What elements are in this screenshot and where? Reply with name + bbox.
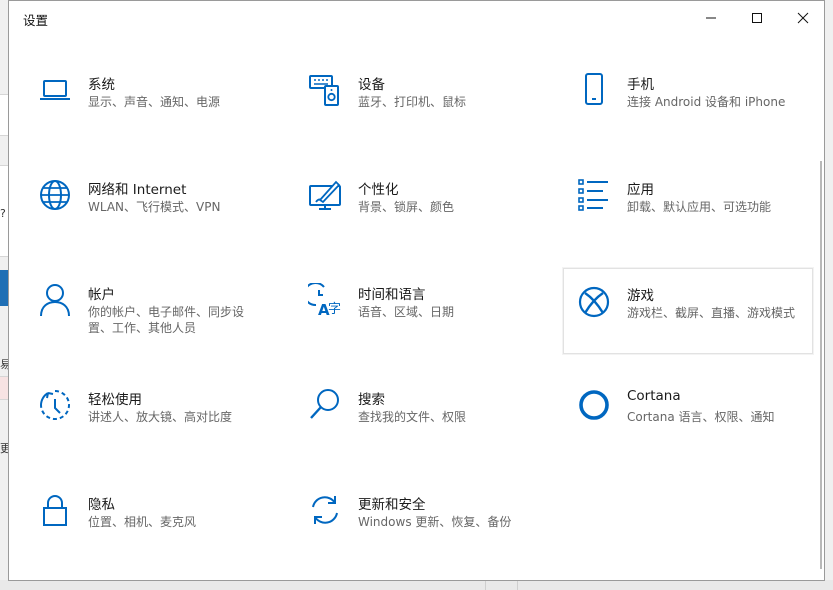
tile-title: 游戏 — [627, 288, 654, 304]
tile-description: 讲述人、放大镜、高对比度 — [88, 410, 233, 424]
tile-title: 设备 — [358, 77, 385, 93]
apps-list-icon — [578, 179, 608, 211]
maximize-button[interactable] — [734, 1, 780, 35]
ease-of-access-icon — [40, 390, 70, 420]
background-text-fragment: ? — [0, 207, 6, 220]
minimize-button[interactable] — [688, 1, 734, 35]
tile-time-language[interactable]: A 字 时间和语言 语音、区域、日期 — [288, 283, 535, 365]
globe-icon — [40, 180, 70, 210]
tile-description: 位置、相机、麦克风 — [88, 515, 197, 529]
tile-title: 网络和 Internet — [88, 182, 187, 198]
tile-gaming[interactable]: 游戏 游戏栏、截屏、直播、游戏模式 — [563, 268, 813, 354]
phone-icon — [585, 73, 603, 105]
background-divider — [517, 580, 518, 590]
tile-title: 手机 — [627, 77, 654, 93]
tile-update-security[interactable]: 更新和安全 Windows 更新、恢复、备份 — [288, 493, 535, 575]
cortana-icon — [579, 390, 609, 420]
tile-title: 搜索 — [358, 392, 385, 408]
tile-devices[interactable]: 设备 蓝牙、打印机、鼠标 — [288, 73, 535, 155]
tile-title: 轻松使用 — [88, 392, 142, 408]
search-icon — [310, 389, 339, 419]
person-icon — [40, 284, 70, 317]
maximize-icon — [752, 13, 762, 23]
tile-description: Cortana 语言、权限、通知 — [627, 410, 775, 424]
time-language-icon: A 字 — [308, 283, 341, 317]
tile-description: 语音、区域、日期 — [358, 305, 455, 319]
tile-description: 你的帐户、电子邮件、同步设置、工作、其他人员 — [88, 305, 245, 335]
devices-icon — [309, 75, 339, 106]
tile-description: 背景、锁屏、颜色 — [358, 200, 455, 214]
tile-title: 更新和安全 — [358, 497, 426, 513]
settings-window: 设置 系统 显示、声音、通知、电源 设备 蓝牙、打印机、鼠标 手机 连接 And… — [8, 0, 825, 581]
tile-privacy[interactable]: 隐私 位置、相机、麦克风 — [18, 493, 265, 575]
tile-personalization[interactable]: 个性化 背景、锁屏、颜色 — [288, 178, 535, 260]
tile-title: 时间和语言 — [358, 287, 426, 303]
close-icon — [797, 12, 809, 24]
tile-title: 隐私 — [88, 497, 115, 513]
svg-text:字: 字 — [328, 302, 341, 317]
personalization-icon — [309, 180, 341, 210]
tile-system[interactable]: 系统 显示、声音、通知、电源 — [18, 73, 265, 155]
background-taskbar-strip — [0, 580, 833, 590]
laptop-icon — [40, 80, 70, 100]
tile-title: 应用 — [627, 182, 654, 198]
tile-phone[interactable]: 手机 连接 Android 设备和 iPhone — [557, 73, 804, 155]
tile-description: 查找我的文件、权限 — [358, 410, 467, 424]
tile-apps[interactable]: 应用 卸载、默认应用、可选功能 — [557, 178, 804, 260]
tile-title: 个性化 — [358, 182, 399, 198]
tile-description: Windows 更新、恢复、备份 — [358, 515, 512, 529]
background-divider — [485, 580, 486, 590]
tile-description: 游戏栏、截屏、直播、游戏模式 — [627, 306, 796, 320]
update-sync-icon — [312, 496, 338, 524]
close-button[interactable] — [780, 1, 826, 35]
tile-description: 连接 Android 设备和 iPhone — [627, 95, 786, 109]
window-title: 设置 — [23, 13, 49, 28]
tile-search[interactable]: 搜索 查找我的文件、权限 — [288, 388, 535, 470]
tile-ease-of-access[interactable]: 轻松使用 讲述人、放大镜、高对比度 — [18, 388, 265, 470]
tile-title: Cortana — [627, 388, 681, 404]
tile-description: 显示、声音、通知、电源 — [88, 95, 221, 109]
tile-title: 系统 — [88, 77, 115, 93]
tile-description: 蓝牙、打印机、鼠标 — [358, 95, 467, 109]
vertical-scrollbar[interactable] — [820, 161, 822, 569]
tile-description: WLAN、飞行模式、VPN — [88, 200, 221, 214]
tile-title: 帐户 — [88, 287, 115, 303]
title-bar[interactable]: 设置 — [9, 1, 824, 35]
lock-icon — [43, 495, 67, 526]
minimize-icon — [706, 17, 716, 19]
tile-description: 卸载、默认应用、可选功能 — [627, 200, 772, 214]
tile-accounts[interactable]: 帐户 你的帐户、电子邮件、同步设置、工作、其他人员 — [18, 283, 265, 365]
tile-cortana[interactable]: Cortana Cortana 语言、权限、通知 — [557, 388, 804, 470]
xbox-icon — [578, 286, 610, 318]
tile-network[interactable]: 网络和 Internet WLAN、飞行模式、VPN — [18, 178, 265, 260]
